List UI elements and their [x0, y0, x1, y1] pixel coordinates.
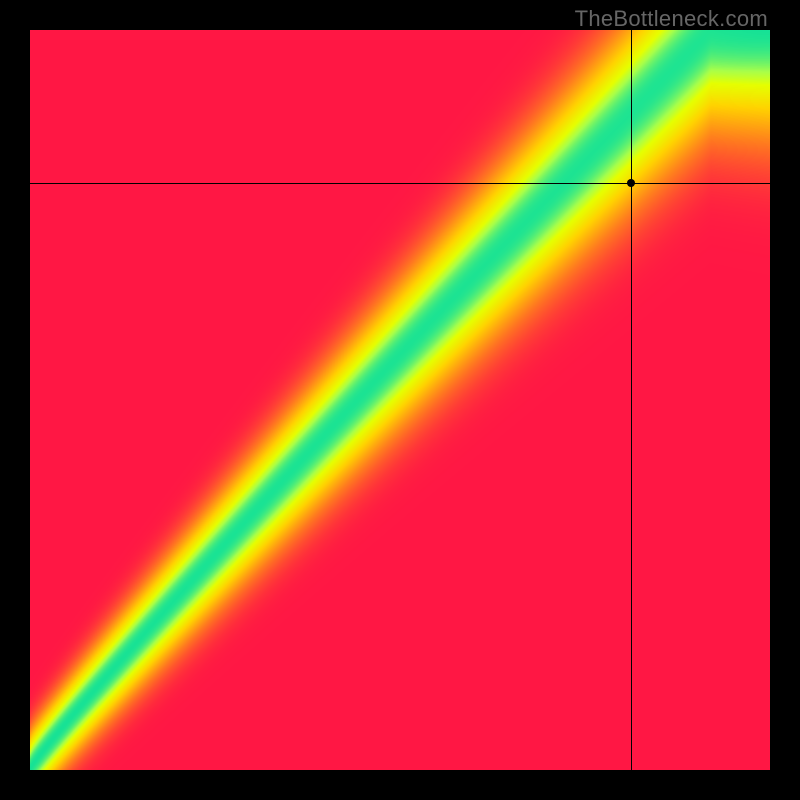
- heatmap-canvas: [30, 30, 770, 770]
- heatmap-plot: [30, 30, 770, 770]
- watermark-text: TheBottleneck.com: [575, 6, 768, 32]
- crosshair-vertical: [631, 30, 632, 770]
- crosshair-horizontal: [30, 183, 770, 184]
- marker-dot: [627, 179, 635, 187]
